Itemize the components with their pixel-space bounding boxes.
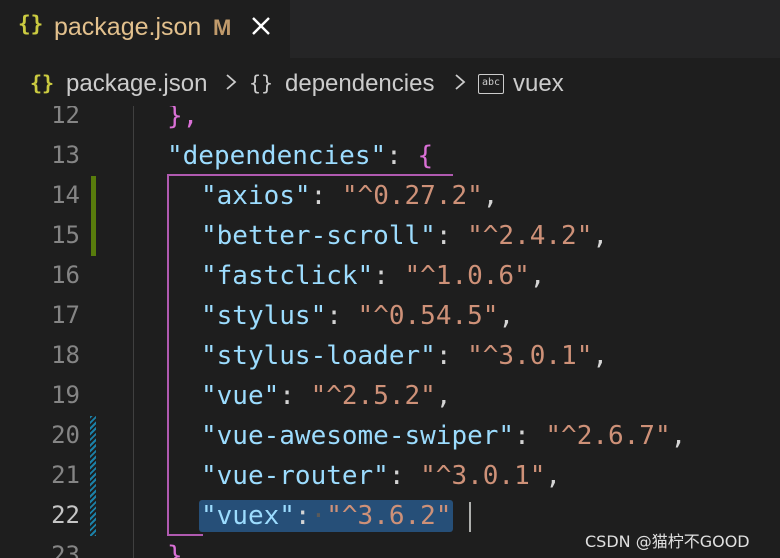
chevron-right-icon <box>226 74 237 90</box>
json-key: "stylus" <box>201 301 327 331</box>
line-number: 12 <box>51 106 80 129</box>
line-number: 13 <box>51 141 80 169</box>
json-value: "^3.0.1" <box>420 461 546 491</box>
code-line: 15 "better-scroll": "^2.4.2", <box>0 216 780 256</box>
json-value: "^2.6.7" <box>545 421 671 451</box>
modified-badge: M <box>213 15 232 40</box>
whitespace-dot-icon: · <box>310 501 327 531</box>
json-key: "axios" <box>201 181 311 211</box>
breadcrumb: {} package.json {} dependencies abc vuex <box>0 58 780 106</box>
line-number: 21 <box>51 461 80 489</box>
line-number: 17 <box>51 301 80 329</box>
code-line: 21 "vue-router": "^3.0.1", <box>0 456 780 496</box>
json-value: "^2.5.2" <box>310 381 436 411</box>
json-value: "^3.6.2" <box>326 501 452 531</box>
tab-package-json[interactable]: {} package.json M <box>0 0 290 58</box>
json-key: "vue" <box>201 381 280 411</box>
tab-bar: {} package.json M <box>0 0 780 58</box>
json-file-icon: {} <box>30 71 55 95</box>
watermark: CSDN @猫柠不GOOD <box>585 532 750 551</box>
json-key: "vuex" <box>201 501 295 531</box>
close-icon[interactable] <box>246 11 276 41</box>
code-line: 19 "vue": "^2.5.2", <box>0 376 780 416</box>
code-line: 12 }, <box>0 106 780 136</box>
json-key: "vue-router" <box>201 461 389 491</box>
json-value: "^2.4.2" <box>467 221 593 251</box>
breadcrumb-dependencies[interactable]: dependencies <box>285 70 434 98</box>
tab-title: package.json <box>54 13 202 41</box>
json-key: "fastclick" <box>201 261 374 291</box>
json-value: "^1.0.6" <box>404 261 530 291</box>
code-text: }, <box>167 541 199 558</box>
code-line: 13 "dependencies": { <box>0 136 780 176</box>
code-line: 18 "stylus-loader": "^3.0.1", <box>0 336 780 376</box>
line-number: 18 <box>51 341 80 369</box>
code-editor[interactable]: 12 }, 13 "dependencies": { 14 "axios": "… <box>0 106 780 558</box>
line-number: 16 <box>51 261 80 289</box>
json-key: "vue-awesome-swiper" <box>201 421 515 451</box>
line-number: 14 <box>51 181 80 209</box>
line-number: 20 <box>51 421 80 449</box>
text-cursor <box>469 502 471 532</box>
breadcrumb-file[interactable]: package.json <box>66 70 207 98</box>
json-key: "dependencies" <box>167 141 387 171</box>
json-value: "^3.0.1" <box>467 341 593 371</box>
breadcrumb-vuex[interactable]: vuex <box>513 70 564 98</box>
json-key: "better-scroll" <box>201 221 436 251</box>
json-file-icon: {} <box>18 12 44 36</box>
code-text: }, <box>167 106 199 131</box>
code-line: 16 "fastclick": "^1.0.6", <box>0 256 780 296</box>
code-line: 20 "vue-awesome-swiper": "^2.6.7", <box>0 416 780 456</box>
json-value: "^0.27.2" <box>341 181 483 211</box>
selection[interactable]: "vuex":·"^3.6.2" <box>199 500 454 532</box>
string-icon: abc <box>478 74 504 94</box>
line-number: 23 <box>51 541 80 558</box>
object-icon: {} <box>249 71 274 95</box>
line-number: 19 <box>51 381 80 409</box>
code-line: 14 "axios": "^0.27.2", <box>0 176 780 216</box>
code-line: 17 "stylus": "^0.54.5", <box>0 296 780 336</box>
line-number: 22 <box>51 501 80 529</box>
json-key: "stylus-loader" <box>201 341 436 371</box>
open-brace: { <box>417 141 434 171</box>
json-value: "^0.54.5" <box>357 301 499 331</box>
line-number: 15 <box>51 221 80 249</box>
chevron-right-icon <box>455 74 466 90</box>
